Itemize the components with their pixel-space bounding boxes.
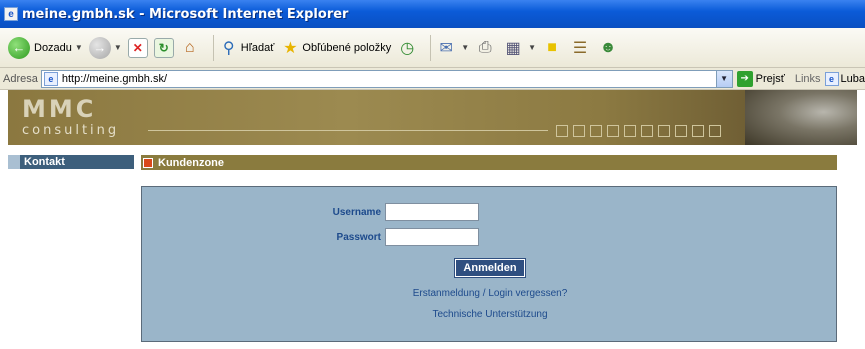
note-icon: ■ [547, 38, 557, 56]
refresh-icon: ↻ [153, 37, 174, 58]
window-title: meine.gmbh.sk - Microsoft Internet Explo… [22, 6, 349, 22]
mail-button[interactable]: ✉ ▼ [436, 38, 470, 58]
logo-consulting: consulting [22, 123, 120, 138]
password-label: Passwort [336, 231, 381, 243]
stop-icon: ✕ [127, 37, 148, 58]
banner-squares [556, 125, 726, 137]
toolbar-separator [212, 34, 214, 61]
home-icon: ⌂ [184, 38, 195, 56]
address-dropdown-icon[interactable]: ▼ [715, 70, 732, 87]
mail-dropdown-icon[interactable]: ▼ [461, 43, 469, 52]
address-input[interactable]: e http://meine.gmbh.sk/ ▼ [40, 69, 733, 88]
edit-icon: ▦ [505, 39, 521, 57]
search-icon: ⚲ [222, 39, 235, 57]
messenger-button[interactable]: ☻ [598, 38, 620, 58]
section-header: Kundenzone [141, 155, 837, 170]
history-icon: ◷ [400, 39, 415, 57]
username-input[interactable] [385, 203, 479, 221]
discuss-button[interactable]: ■ [542, 38, 564, 58]
back-button[interactable]: ← Dozadu ▼ [8, 36, 83, 59]
edit-button[interactable]: ▦ ▼ [503, 38, 536, 58]
forward-arrow-icon: → [88, 36, 111, 59]
banner-photo [745, 90, 857, 145]
username-row: Username [307, 203, 479, 221]
go-arrow-icon: ➔ [736, 70, 753, 87]
favorites-star-icon: ★ [283, 39, 298, 57]
go-button[interactable]: ➔ Prejsť [736, 70, 785, 87]
stop-button[interactable]: ✕ [127, 37, 148, 58]
page-icon: e [43, 71, 58, 86]
page-icon: e [824, 71, 839, 86]
register-link[interactable]: Erstanmeldung / Login vergessen? [142, 288, 838, 299]
forward-button[interactable]: → ▼ [88, 36, 122, 59]
favorites-label: Obľúbené položky [302, 41, 392, 54]
links-label[interactable]: Links [795, 73, 821, 85]
address-bar: Adresa e http://meine.gmbh.sk/ ▼ ➔ Prejs… [0, 68, 865, 90]
mail-icon: ✉ [439, 39, 453, 57]
window-titlebar: e meine.gmbh.sk - Microsoft Internet Exp… [0, 0, 865, 28]
link-luba-label: Luba [840, 72, 865, 85]
refresh-button[interactable]: ↻ [153, 37, 174, 58]
edit-dropdown-icon[interactable]: ▼ [528, 43, 536, 52]
banner-divider [148, 130, 548, 131]
research-button[interactable]: ☰ [570, 38, 592, 58]
header-banner: MMC consulting [8, 90, 857, 145]
address-label: Adresa [3, 72, 38, 85]
toolbar-separator [430, 34, 432, 61]
home-button[interactable]: ⌂ [180, 38, 202, 58]
back-arrow-icon: ← [8, 36, 30, 59]
browser-toolbar: ← Dozadu ▼ → ▼ ✕ ↻ ⌂ ⚲ Hľadať ★ Obľúbené… [0, 28, 865, 68]
nav-kontakt-label: Kontakt [24, 156, 65, 168]
section-title: Kundenzone [158, 156, 224, 169]
forward-dropdown-icon[interactable]: ▼ [114, 43, 122, 52]
link-luba[interactable]: e Luba [824, 71, 865, 86]
print-button[interactable]: ⎙ [475, 38, 497, 58]
search-label: Hľadať [240, 41, 275, 54]
username-label: Username [332, 206, 381, 218]
support-link[interactable]: Technische Unterstützung [142, 309, 838, 320]
ie-logo-icon: e [4, 7, 18, 21]
print-icon: ⎙ [478, 38, 492, 56]
page-content: MMC consulting Kontakt Kundenzone Userna… [0, 90, 865, 349]
history-button[interactable]: ◷ [397, 38, 419, 58]
back-dropdown-icon[interactable]: ▼ [75, 43, 83, 52]
logo-mmc: MMC [22, 95, 97, 123]
messenger-icon: ☻ [599, 38, 617, 56]
section-square-icon [143, 157, 153, 168]
nav-kontakt[interactable]: Kontakt [8, 155, 134, 169]
research-icon: ☰ [572, 39, 588, 57]
login-button[interactable]: Anmelden [454, 258, 526, 278]
address-url: http://meine.gmbh.sk/ [61, 72, 168, 85]
login-panel: Username Passwort Anmelden Erstanmeldung… [141, 186, 837, 342]
back-label: Dozadu [34, 41, 72, 54]
password-row: Passwort [307, 228, 479, 246]
favorites-button[interactable]: ★ Obľúbené položky [280, 38, 391, 58]
go-label: Prejsť [755, 72, 785, 85]
search-button[interactable]: ⚲ Hľadať [219, 38, 275, 58]
password-input[interactable] [385, 228, 479, 246]
